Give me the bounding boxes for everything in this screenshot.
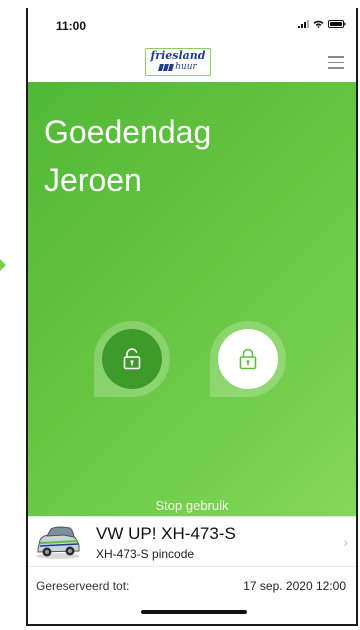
unlock-icon [123, 348, 141, 370]
car-thumbnail-icon [36, 526, 80, 559]
battery-icon [328, 20, 346, 28]
unlock-button-disc[interactable] [102, 329, 162, 389]
lock-button[interactable] [210, 321, 296, 407]
logo-bottom: huur [146, 63, 210, 72]
reservation-row: Gereserveerd tot: 17 sep. 2020 12:00 [28, 566, 356, 602]
home-indicator[interactable] [141, 610, 247, 614]
reservation-end-time: 17 sep. 2020 12:00 [243, 579, 346, 593]
friesland-huur-logo: friesland huur [145, 48, 211, 76]
chevron-right-icon: › [343, 534, 348, 550]
vehicle-pincode-link[interactable]: XH-473-S pincode [96, 547, 194, 561]
status-time: 11:00 [56, 19, 87, 33]
vehicle-card[interactable]: VW UP! XH-473-S XH-473-S pincode › [28, 516, 356, 566]
greeting-line-1: Goedendag [44, 114, 212, 150]
lock-icon [239, 348, 257, 370]
vehicle-name: VW UP! XH-473-S [96, 524, 236, 543]
logo-bottom-text: huur [175, 62, 197, 72]
hero-panel: Goedendag Jeroen Stop gebruik [28, 82, 356, 516]
logo-top-text: friesland [150, 49, 206, 62]
cellular-signal-icon [298, 20, 309, 28]
phone-screen: 11:00 friesland huur Goedendag Jeroen St… [26, 8, 358, 626]
hamburger-menu-icon[interactable] [328, 56, 344, 69]
greeting-user-name: Jeroen [44, 162, 142, 198]
status-icons [298, 20, 346, 28]
app-header: friesland huur [28, 42, 356, 82]
logo-stripes-icon [158, 64, 175, 71]
reservation-label: Gereserveerd tot: [36, 579, 130, 593]
pointer-arrow-icon [0, 259, 6, 271]
wifi-icon [313, 20, 324, 28]
unlock-button[interactable] [94, 321, 180, 407]
status-bar: 11:00 [28, 8, 356, 42]
lock-button-disc[interactable] [218, 329, 278, 389]
stop-usage-button[interactable]: Stop gebruik [28, 498, 356, 513]
